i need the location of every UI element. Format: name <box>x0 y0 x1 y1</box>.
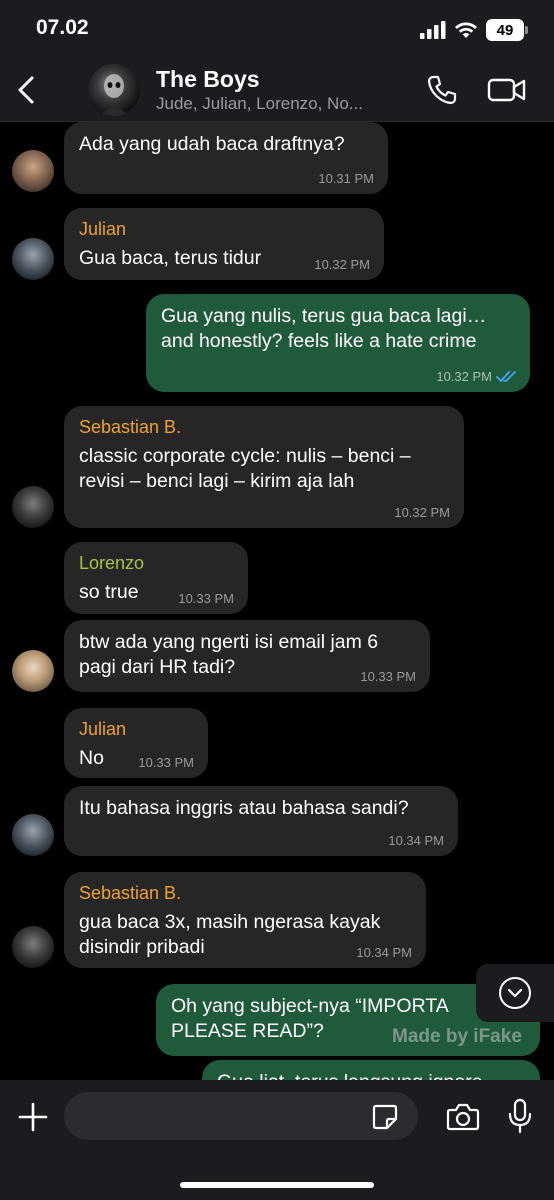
message-time: 10.34 PM <box>388 833 444 848</box>
avatar-sebastian[interactable] <box>12 486 54 528</box>
avatar-julian[interactable] <box>12 238 54 280</box>
message-time: 10.33 PM <box>360 669 416 684</box>
message-time: 10.34 PM <box>356 945 412 960</box>
message-list[interactable]: Ada yang udah baca draftnya? 10.31 PM Ju… <box>0 122 554 1080</box>
chat-header: The Boys Jude, Julian, Lorenzo, No... <box>0 58 554 122</box>
message-time: 10.33 PM <box>138 755 194 770</box>
message-meta: 10.33 PM <box>138 755 194 770</box>
avatar-sebastian[interactable] <box>12 926 54 968</box>
home-indicator[interactable] <box>180 1182 374 1188</box>
phone-icon <box>427 75 457 105</box>
message-time: 10.32 PM <box>436 369 492 384</box>
group-photo <box>100 74 128 116</box>
avatar-member[interactable] <box>12 650 54 692</box>
message-sender: Julian <box>79 219 127 239</box>
message-bubble-outgoing[interactable]: Gue liat, terus langsung ignore <box>202 1060 540 1080</box>
message-meta: 10.32 PM <box>394 505 450 520</box>
status-icons: 49 <box>420 18 528 42</box>
message-bubble[interactable]: Julian No 10.33 PM <box>64 708 208 778</box>
message-meta: 10.34 PM <box>356 945 412 960</box>
message-bubble-outgoing[interactable]: Gua yang nulis, terus gua baca lagi… and… <box>146 294 530 392</box>
watermark: Made by iFake <box>392 1026 522 1047</box>
message-time: 10.33 PM <box>178 591 234 606</box>
plus-icon <box>18 1102 48 1132</box>
message-text: Gue liat, terus langsung ignore <box>217 1070 526 1080</box>
message-sender: Sebastian B. <box>79 883 182 903</box>
message-meta: 10.32 PM <box>314 257 370 272</box>
video-camera-icon <box>487 78 526 102</box>
message-sender: Sebastian B. <box>79 417 182 437</box>
status-time: 07.02 <box>36 16 89 39</box>
voice-call-button[interactable] <box>424 72 460 108</box>
message-text: classic corporate cycle: nulis – benci –… <box>79 445 411 492</box>
avatar-jude[interactable] <box>12 150 54 192</box>
chat-members[interactable]: Jude, Julian, Lorenzo, No... <box>156 94 418 114</box>
composer-bar <box>0 1080 554 1200</box>
status-bar: 07.02 49 <box>0 0 554 58</box>
microphone-icon <box>508 1098 532 1134</box>
attach-button[interactable] <box>14 1098 52 1136</box>
avatar-julian[interactable] <box>12 814 54 856</box>
message-bubble[interactable]: Sebastian B. classic corporate cycle: nu… <box>64 406 464 528</box>
message-time: 10.31 PM <box>318 171 374 186</box>
message-text: Gua yang nulis, terus gua baca lagi… and… <box>161 305 487 352</box>
message-text: Ada yang udah baca draftnya? <box>79 133 345 155</box>
signal-icon <box>420 21 446 39</box>
group-avatar[interactable] <box>88 64 140 116</box>
camera-icon <box>446 1103 480 1131</box>
scroll-to-bottom-button[interactable] <box>476 964 554 1022</box>
wifi-icon <box>455 22 477 38</box>
message-bubble[interactable]: Julian Gua baca, terus tidur 10.32 PM <box>64 208 384 280</box>
camera-button[interactable] <box>444 1098 482 1136</box>
chevron-left-icon <box>18 76 34 104</box>
sticker-icon <box>372 1104 398 1130</box>
message-meta: 10.31 PM <box>318 171 374 186</box>
sticker-button[interactable] <box>370 1102 400 1132</box>
double-check-icon <box>496 370 516 382</box>
message-meta: 10.33 PM <box>360 669 416 684</box>
message-sender: Julian <box>79 719 127 739</box>
message-time: 10.32 PM <box>394 505 450 520</box>
microphone-button[interactable] <box>502 1096 538 1136</box>
message-meta: 10.34 PM <box>388 833 444 848</box>
message-time: 10.32 PM <box>314 257 370 272</box>
message-bubble[interactable]: btw ada yang ngerti isi email jam 6 pagi… <box>64 620 430 692</box>
message-meta: 10.32 PM <box>436 369 516 384</box>
message-sender: Lorenzo <box>79 553 145 573</box>
message-text: Itu bahasa inggris atau bahasa sandi? <box>79 797 409 819</box>
message-meta: 10.33 PM <box>178 591 234 606</box>
message-input[interactable] <box>64 1092 418 1140</box>
battery-indicator: 49 <box>486 19 528 41</box>
message-bubble[interactable]: Lorenzo so true 10.33 PM <box>64 542 248 614</box>
message-bubble[interactable]: Ada yang udah baca draftnya? 10.31 PM <box>64 122 388 194</box>
video-call-button[interactable] <box>486 72 528 108</box>
message-bubble[interactable]: Itu bahasa inggris atau bahasa sandi? 10… <box>64 786 458 856</box>
chevron-down-circle-icon <box>499 977 531 1009</box>
message-bubble[interactable]: Sebastian B. gua baca 3x, masih ngerasa … <box>64 872 426 968</box>
chat-title[interactable]: The Boys <box>156 66 260 93</box>
back-button[interactable] <box>8 70 44 110</box>
